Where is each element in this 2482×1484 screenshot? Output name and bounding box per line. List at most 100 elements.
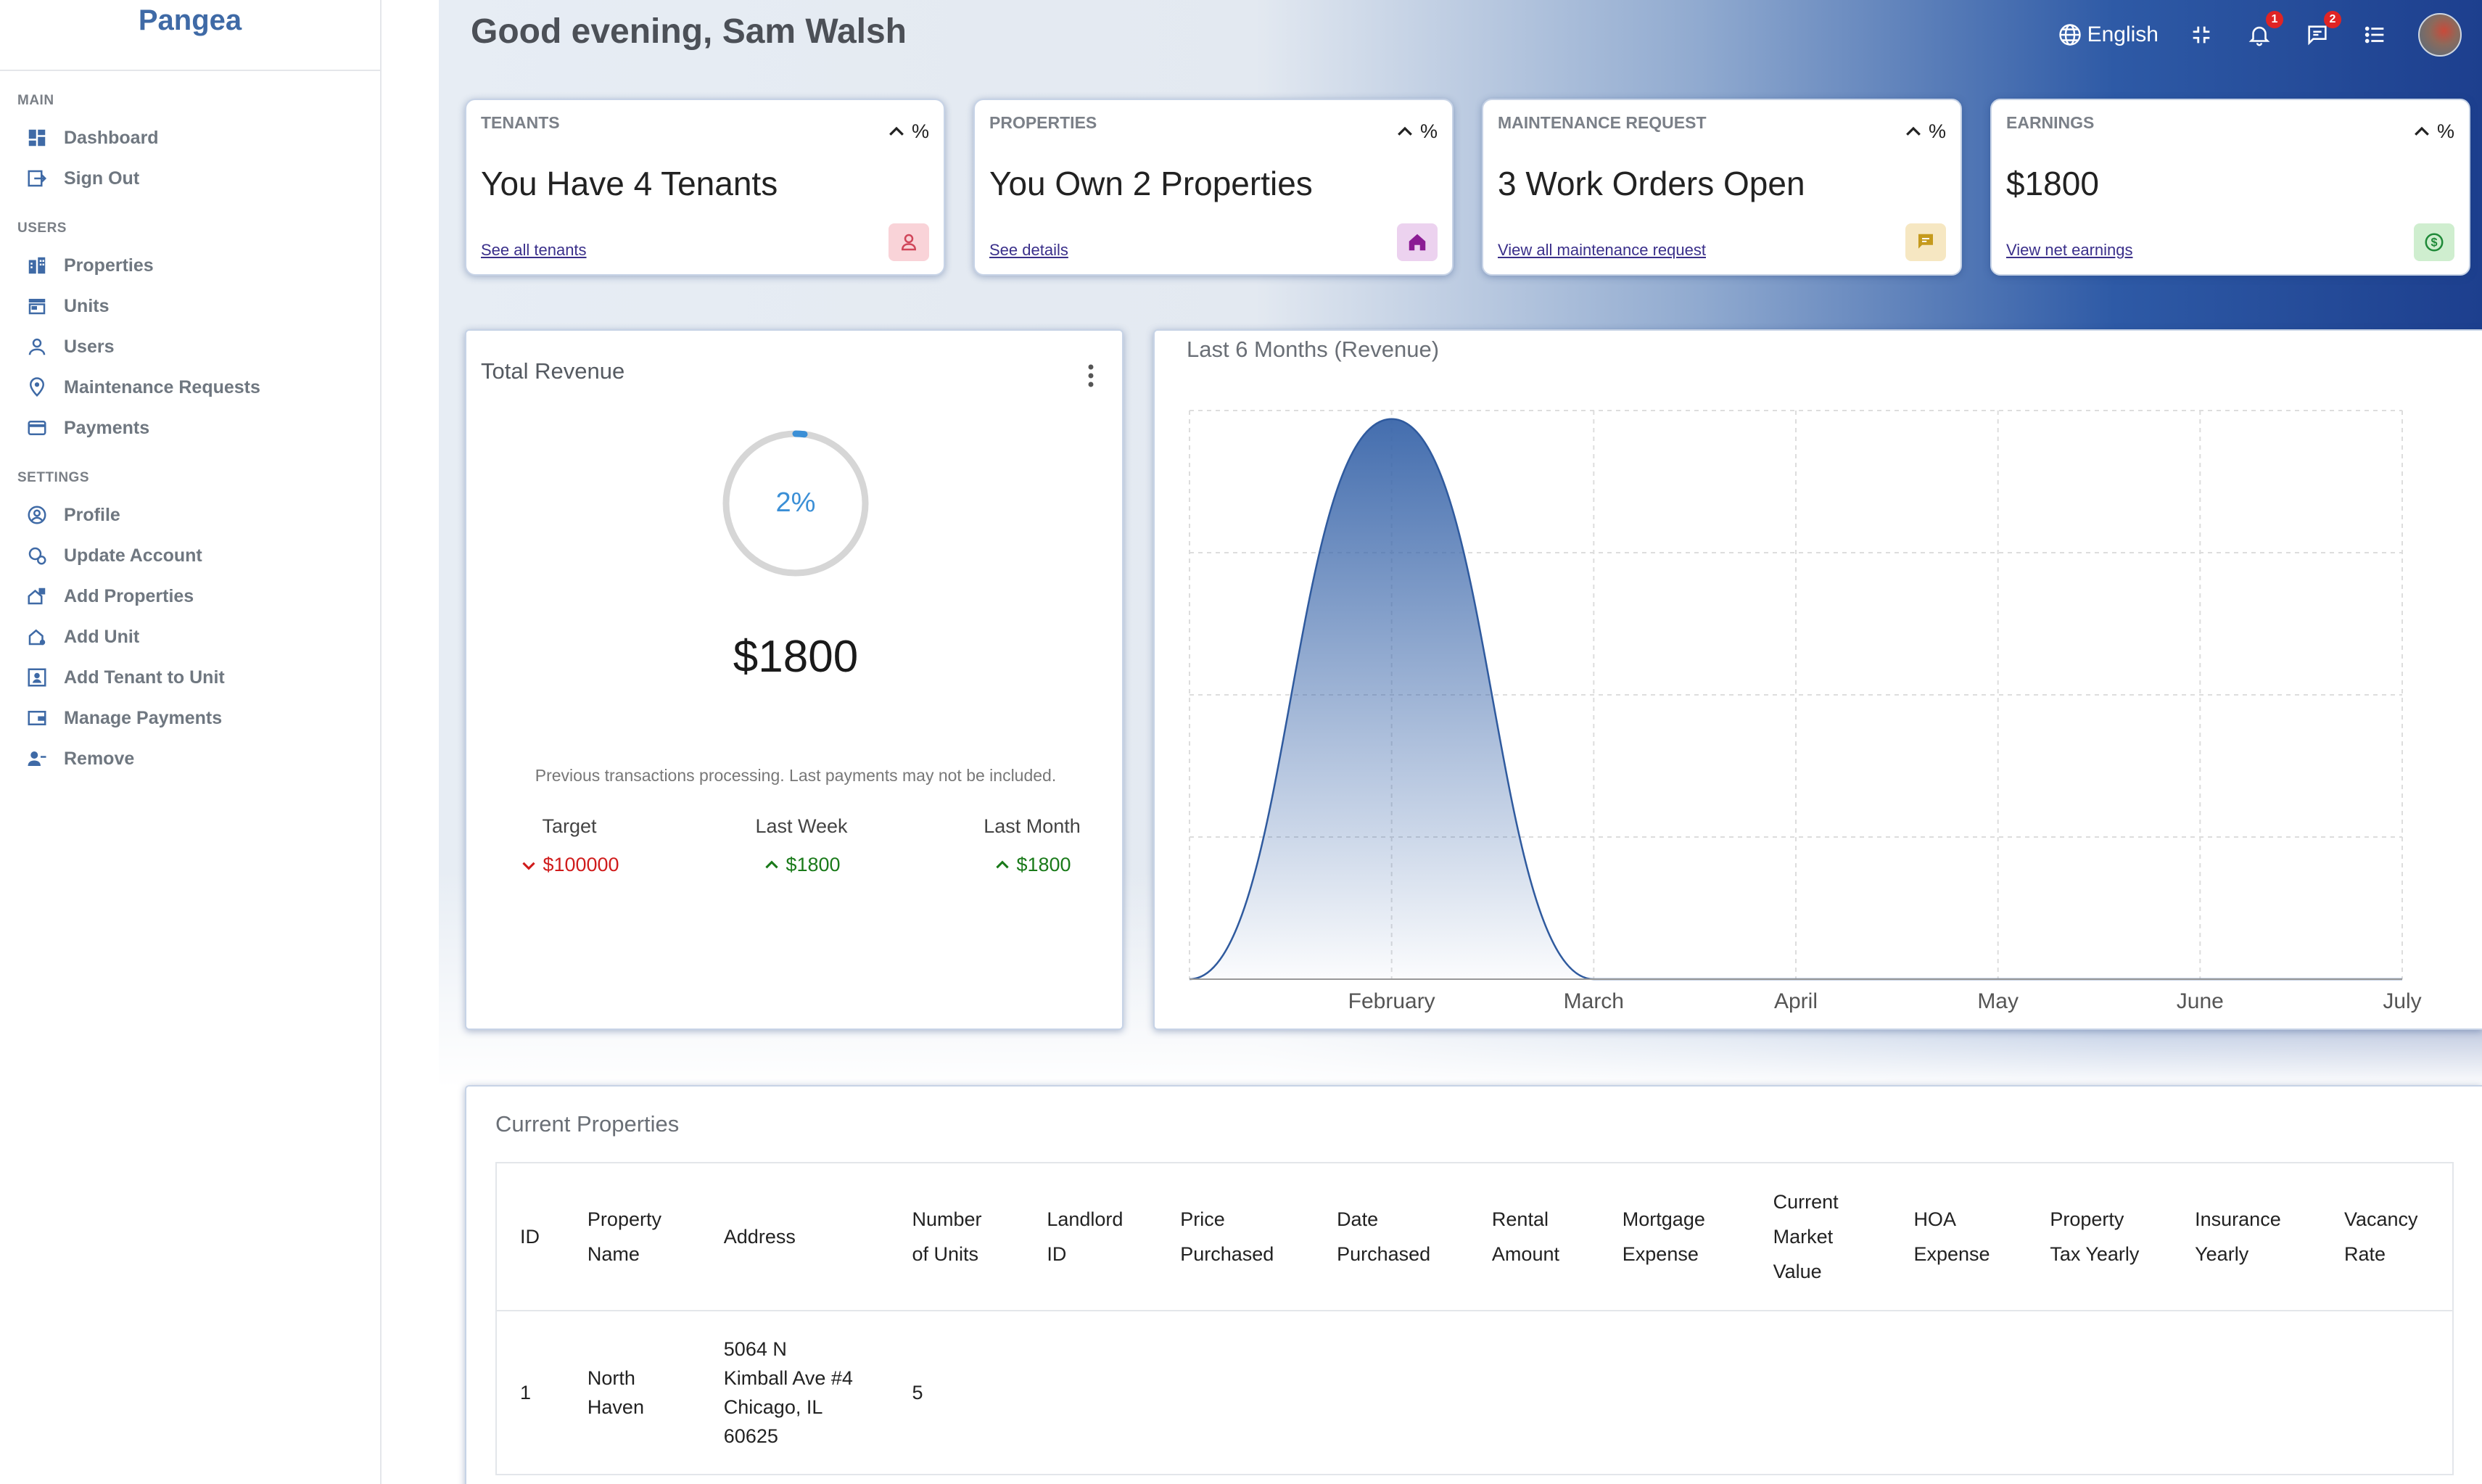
column-header-line: Yearly bbox=[2195, 1243, 2249, 1265]
table-cell-line: Kimball Ave #4 bbox=[723, 1367, 853, 1389]
top-toolbar: English 1 2 bbox=[2057, 11, 2462, 57]
revenue-note: Previous transactions processing. Last p… bbox=[535, 766, 1057, 785]
sidebar: Pangea MAIN Dashboard Sign Out USERS Propert… bbox=[0, 0, 382, 1484]
column-header[interactable]: Address bbox=[700, 1163, 889, 1311]
location-icon bbox=[29, 377, 45, 397]
column-header[interactable]: Date Purchased bbox=[1314, 1163, 1469, 1311]
stat-card-title: PROPERTIES bbox=[989, 113, 1097, 132]
summary-value: $1800 bbox=[1016, 854, 1071, 875]
column-header[interactable]: Property Tax Yearly bbox=[2027, 1163, 2172, 1311]
current-properties-title: Current Properties bbox=[495, 1111, 680, 1137]
table-cell-line: Haven bbox=[587, 1396, 644, 1418]
bell-icon bbox=[2248, 26, 2270, 46]
column-header[interactable]: Price Purchased bbox=[1157, 1163, 1314, 1311]
page-greeting: Good evening, Sam Walsh bbox=[471, 12, 907, 51]
column-header[interactable]: HOA Expense bbox=[1890, 1163, 2027, 1311]
summary-label: Target bbox=[542, 815, 597, 837]
table-cell: 5 bbox=[889, 1311, 1024, 1475]
sidebar-item-payments[interactable]: Payments bbox=[0, 408, 380, 448]
sidebar-item-users[interactable]: Users bbox=[0, 326, 380, 367]
sidebar-item-label: Add Unit bbox=[64, 626, 140, 647]
table-cell bbox=[2321, 1311, 2453, 1475]
column-header-line: Name bbox=[587, 1243, 640, 1265]
stat-card-link[interactable]: See all tenants bbox=[481, 241, 587, 260]
building-icon bbox=[28, 257, 46, 274]
column-header-line: Amount bbox=[1491, 1243, 1559, 1265]
chevron-up-icon bbox=[2415, 126, 2429, 136]
stat-card-link[interactable]: See details bbox=[989, 241, 1068, 260]
table-row[interactable]: 1 North Haven 5064 N Kimball Ave #4 Chicago, … bbox=[496, 1311, 2453, 1475]
column-header-line: Vacancy bbox=[2344, 1208, 2418, 1230]
sidebar-item-add-unit[interactable]: Add Unit bbox=[0, 617, 380, 657]
user-icon bbox=[28, 338, 46, 355]
sidebar-item-manage-payments[interactable]: Manage Payments bbox=[0, 698, 380, 738]
column-header-line: Current bbox=[1773, 1191, 1839, 1213]
svg-text:$: $ bbox=[2431, 236, 2437, 250]
sidebar-item-maintenance-requests[interactable]: Maintenance Requests bbox=[0, 367, 380, 408]
table-cell-line: Chicago, IL bbox=[723, 1396, 823, 1418]
stat-trend-percent: % bbox=[1419, 120, 1438, 142]
column-header[interactable]: Insurance Yearly bbox=[2172, 1163, 2321, 1311]
stat-trend: % bbox=[2411, 120, 2454, 143]
user-avatar[interactable] bbox=[2418, 13, 2462, 57]
sidebar-section-title: MAIN bbox=[17, 93, 54, 108]
stat-card-link[interactable]: View net earnings bbox=[2006, 241, 2133, 260]
stat-card-link[interactable]: View all maintenance request bbox=[1498, 241, 1706, 260]
x-tick-label: February bbox=[1348, 989, 1435, 1013]
sidebar-item-add-tenant-to-unit[interactable]: Add Tenant to Unit bbox=[0, 657, 380, 698]
chevron-up-icon bbox=[1398, 126, 1412, 136]
column-header[interactable]: ID bbox=[496, 1163, 564, 1311]
total-revenue-title: Total Revenue bbox=[481, 358, 625, 384]
add-property-icon bbox=[28, 588, 46, 605]
column-header[interactable]: Rental Amount bbox=[1468, 1163, 1599, 1311]
messages-button[interactable]: 2 bbox=[2302, 11, 2341, 50]
sidebar-item-label: Profile bbox=[64, 504, 120, 525]
column-header-line: Number bbox=[912, 1208, 982, 1230]
table-cell bbox=[1023, 1311, 1158, 1475]
column-header[interactable]: Number of Units bbox=[889, 1163, 1024, 1311]
more-options-icon[interactable] bbox=[1080, 361, 1102, 390]
sidebar-nav: MAIN Dashboard Sign Out USERS Properties Unit… bbox=[0, 93, 380, 779]
add-tenant-icon bbox=[28, 668, 46, 687]
x-tick-label: July bbox=[2383, 989, 2421, 1013]
x-tick-label: April bbox=[1774, 989, 1818, 1013]
sign-out-icon bbox=[28, 170, 47, 187]
sidebar-item-label: Payments bbox=[64, 417, 150, 438]
table-cell bbox=[1468, 1311, 1599, 1475]
sidebar-item-label: Users bbox=[64, 336, 115, 357]
list-menu-button[interactable] bbox=[2360, 20, 2391, 50]
sidebar-item-label: Properties bbox=[64, 255, 154, 276]
table-cell bbox=[2027, 1311, 2172, 1475]
sidebar-item-sign-out[interactable]: Sign Out bbox=[0, 158, 380, 199]
sidebar-item-properties[interactable]: Properties bbox=[0, 245, 380, 286]
stat-trend-percent: % bbox=[911, 120, 929, 142]
sidebar-item-add-properties[interactable]: Add Properties bbox=[0, 576, 380, 617]
notifications-button[interactable]: 1 bbox=[2244, 11, 2283, 50]
column-header-line: Value bbox=[1773, 1261, 1822, 1282]
sidebar-item-label: Manage Payments bbox=[64, 707, 223, 728]
column-header[interactable]: Mortgage Expense bbox=[1599, 1163, 1750, 1311]
stat-trend: % bbox=[886, 120, 929, 143]
sidebar-item-dashboard[interactable]: Dashboard bbox=[0, 118, 380, 158]
globe-icon bbox=[2058, 24, 2081, 46]
table-cell-line: 1 bbox=[520, 1382, 532, 1403]
column-header-line: Address bbox=[723, 1226, 796, 1248]
sidebar-item-remove[interactable]: Remove bbox=[0, 738, 380, 779]
column-header[interactable]: Current Market Value bbox=[1749, 1163, 1891, 1311]
column-header[interactable]: Vacancy Rate bbox=[2321, 1163, 2453, 1311]
column-header[interactable]: Property Name bbox=[564, 1163, 701, 1311]
brand-logo[interactable]: Pangea bbox=[0, 0, 380, 71]
sidebar-item-profile[interactable]: Profile bbox=[0, 495, 380, 535]
column-header-line: Purchased bbox=[1180, 1243, 1274, 1265]
language-selector[interactable]: English bbox=[2057, 22, 2159, 48]
fullscreen-exit-button[interactable] bbox=[2186, 20, 2217, 50]
sidebar-item-units[interactable]: Units bbox=[0, 286, 380, 326]
column-header-line: Price bbox=[1180, 1208, 1225, 1230]
stat-card-title: MAINTENANCE REQUEST bbox=[1498, 113, 1707, 132]
stat-trend: % bbox=[1394, 120, 1438, 143]
sidebar-item-update-account[interactable]: Update Account bbox=[0, 535, 380, 576]
revenue-summary-last-month: Last Month $1800 bbox=[923, 815, 1141, 876]
column-header-line: Expense bbox=[1622, 1243, 1699, 1265]
column-header[interactable]: Landlord ID bbox=[1023, 1163, 1158, 1311]
sidebar-item-label: Units bbox=[64, 295, 110, 316]
